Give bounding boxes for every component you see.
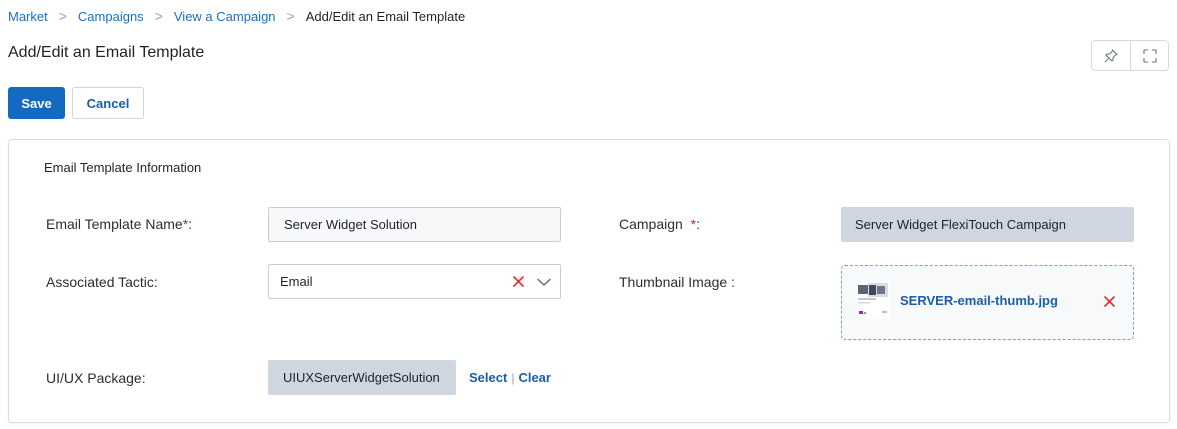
save-button[interactable]: Save bbox=[8, 87, 65, 119]
breadcrumb-current: Add/Edit an Email Template bbox=[305, 8, 466, 24]
clear-icon[interactable] bbox=[511, 274, 526, 289]
tactic-select[interactable]: Email bbox=[268, 264, 561, 299]
breadcrumb-campaigns[interactable]: Campaigns bbox=[78, 9, 144, 24]
chevron-down-icon[interactable] bbox=[536, 275, 552, 289]
package-select-link[interactable]: Select bbox=[469, 370, 507, 385]
package-label: UI/UX Package: bbox=[46, 370, 146, 386]
section-title: Email Template Information bbox=[44, 160, 202, 175]
email-template-card: Email Template Information Email Templat… bbox=[8, 139, 1170, 423]
fullscreen-button[interactable] bbox=[1130, 41, 1168, 70]
thumbnail-preview-icon bbox=[856, 283, 890, 319]
breadcrumb: Market > Campaigns > View a Campaign > A… bbox=[8, 8, 465, 24]
campaign-label-text: Campaign bbox=[619, 216, 683, 232]
breadcrumb-separator: > bbox=[154, 8, 163, 24]
breadcrumb-view-campaign[interactable]: View a Campaign bbox=[174, 9, 276, 24]
template-name-label-text: Email Template Name bbox=[46, 216, 183, 232]
package-actions: Select | Clear bbox=[469, 370, 551, 385]
thumbnail-file-link[interactable]: SERVER-email-thumb.jpg bbox=[900, 293, 1058, 308]
breadcrumb-separator: > bbox=[58, 8, 67, 24]
label-suffix: : bbox=[188, 216, 193, 232]
remove-file-icon[interactable] bbox=[1103, 295, 1116, 308]
breadcrumb-market[interactable]: Market bbox=[8, 9, 48, 24]
campaign-value: Server Widget FlexiTouch Campaign bbox=[841, 207, 1134, 242]
thumbnail-preview bbox=[856, 283, 890, 319]
pin-icon bbox=[1104, 48, 1118, 62]
expand-icon bbox=[1142, 48, 1157, 63]
package-value: UIUXServerWidgetSolution bbox=[268, 360, 456, 395]
thumbnail-dropzone[interactable]: SERVER-email-thumb.jpg bbox=[841, 265, 1134, 340]
package-clear-link[interactable]: Clear bbox=[518, 370, 551, 385]
page-title: Add/Edit an Email Template bbox=[8, 44, 205, 61]
cancel-button[interactable]: Cancel bbox=[72, 87, 144, 119]
tactic-label: Associated Tactic: bbox=[46, 274, 158, 290]
campaign-label: Campaign *: bbox=[619, 216, 700, 232]
package-actions-divider: | bbox=[511, 370, 515, 385]
pin-button[interactable] bbox=[1092, 41, 1130, 70]
label-suffix: : bbox=[696, 216, 700, 232]
template-name-input[interactable]: Server Widget Solution bbox=[268, 207, 561, 242]
template-name-label: Email Template Name*: bbox=[46, 216, 192, 232]
thumbnail-label: Thumbnail Image : bbox=[619, 274, 735, 290]
tactic-selected-value: Email bbox=[280, 274, 313, 289]
breadcrumb-separator: > bbox=[286, 8, 295, 24]
page-tools bbox=[1091, 40, 1169, 71]
